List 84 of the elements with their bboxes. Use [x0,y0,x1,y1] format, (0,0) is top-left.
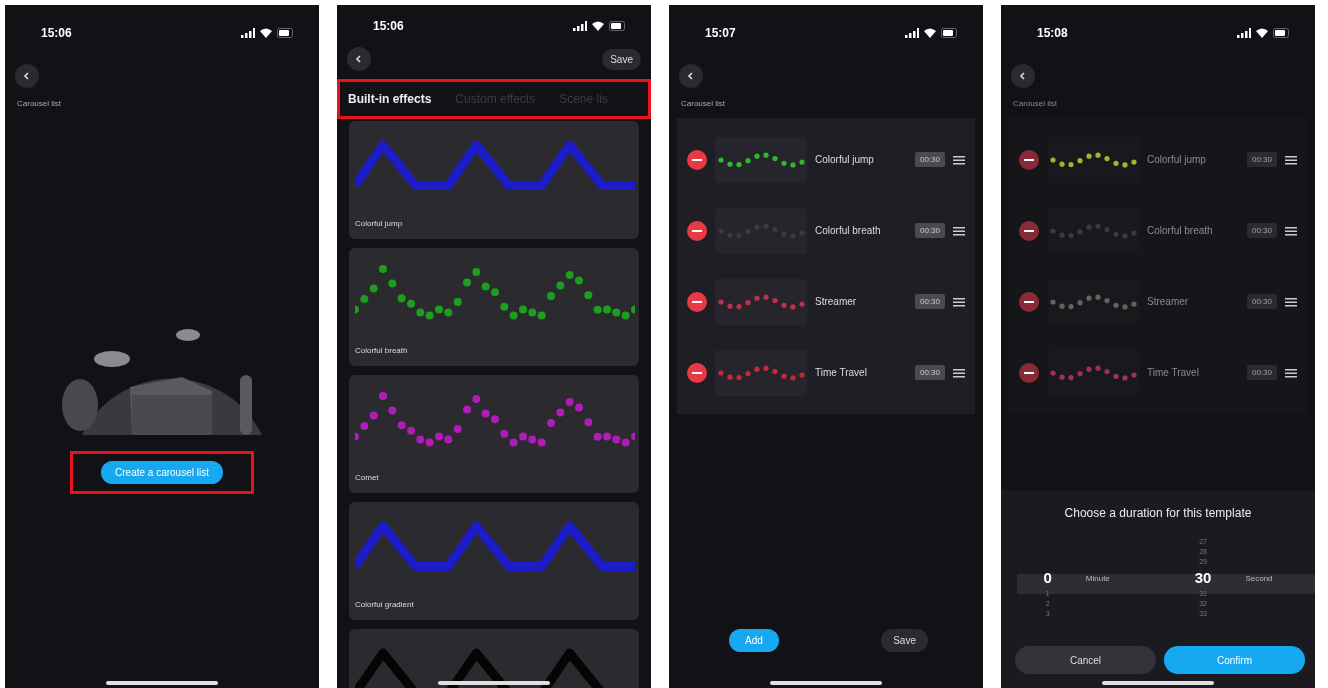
chevron-left-icon [686,71,696,81]
wifi-icon [1256,28,1268,38]
remove-button[interactable] [1019,291,1039,312]
duration-field[interactable]: 00:30 [914,365,945,380]
minus-icon [692,158,702,161]
status-time: 15:07 [705,26,736,40]
minus-icon [1024,300,1034,303]
effect-card[interactable]: Comet [349,375,639,493]
wifi-icon [924,28,936,38]
duration-field[interactable]: 00:30 [1246,223,1277,238]
effect-name: Streamer [1147,296,1190,307]
remove-button[interactable] [687,291,707,312]
effect-name: Time Travel [1147,367,1200,378]
back-button[interactable] [1011,64,1035,88]
status-time: 15:06 [373,19,404,33]
cancel-button[interactable]: Cancel [1015,646,1156,674]
drag-handle-icon[interactable] [953,296,965,307]
chevron-left-icon [354,54,364,64]
effect-card[interactable]: Colorful jump [349,121,639,239]
duration-field[interactable]: 00:30 [914,223,945,238]
duration-field[interactable]: 00:30 [914,294,945,309]
minus-icon [1024,158,1034,161]
remove-button[interactable] [687,220,707,241]
signal-icon [241,28,255,38]
back-button[interactable] [347,47,371,71]
remove-button[interactable] [1019,220,1039,241]
page-title: Carousel list [16,98,62,108]
status-time: 15:06 [41,26,72,40]
effect-name: Colorful jump [1147,154,1207,165]
battery-icon [609,21,627,31]
effect-name: Colorful jump [815,154,875,165]
effect-name: Colorful breath [1147,225,1214,236]
effect-name: Colorful jump [354,218,404,230]
drag-handle-icon[interactable] [1285,296,1297,307]
effect-name: Time Travel [815,367,868,378]
save-button[interactable]: Save [602,48,641,70]
effect-name: Colorful breath [354,345,409,357]
drag-handle-icon[interactable] [1285,154,1297,165]
effect-card[interactable]: Colorful gradient [349,502,639,620]
picker-value[interactable]: 30 [1194,567,1212,589]
drag-handle-icon[interactable] [1285,225,1297,236]
effect-name: Colorful gradient [354,599,415,611]
battery-icon [941,28,959,38]
drag-handle-icon[interactable] [953,154,965,165]
minus-icon [692,229,702,232]
remove-button[interactable] [687,149,707,170]
drag-handle-icon[interactable] [953,225,965,236]
duration-field[interactable]: 00:30 [914,152,945,167]
sheet-title: Choose a duration for this template [1064,506,1252,520]
signal-icon [1237,28,1251,38]
back-button[interactable] [679,64,703,88]
minus-icon [1024,229,1034,232]
effect-name: Colorful breath [815,225,882,236]
status-time: 15:08 [1037,26,1068,40]
page-title: Carousel list [680,98,726,108]
effect-card[interactable]: Colorful breath [349,248,639,366]
picker-value[interactable]: 0 [1043,567,1052,589]
minus-icon [1024,371,1034,374]
signal-icon [573,21,587,31]
wifi-icon [592,21,604,31]
wifi-icon [260,28,272,38]
effect-name: Comet [354,472,380,484]
chevron-left-icon [1018,71,1028,81]
picker-unit: Minute [1085,573,1110,583]
remove-button[interactable] [1019,149,1039,170]
page-title: Carousel list [1012,98,1058,108]
battery-icon [1273,28,1291,38]
minus-icon [692,300,702,303]
remove-button[interactable] [687,362,707,383]
drag-handle-icon[interactable] [953,367,965,378]
signal-icon [905,28,919,38]
remove-button[interactable] [1019,362,1039,383]
duration-field[interactable]: 00:30 [1246,152,1277,167]
minus-icon [692,371,702,374]
effects-tab[interactable]: Built-in effects [348,92,432,106]
picker-unit: Second [1245,573,1273,583]
effect-name: Streamer [815,296,858,307]
save-button[interactable]: Save [881,629,928,652]
duration-field[interactable]: 00:30 [1246,294,1277,309]
battery-icon [277,28,295,38]
duration-field[interactable]: 00:30 [1246,365,1277,380]
back-button[interactable] [15,64,39,88]
chevron-left-icon [22,71,32,81]
drag-handle-icon[interactable] [1285,367,1297,378]
